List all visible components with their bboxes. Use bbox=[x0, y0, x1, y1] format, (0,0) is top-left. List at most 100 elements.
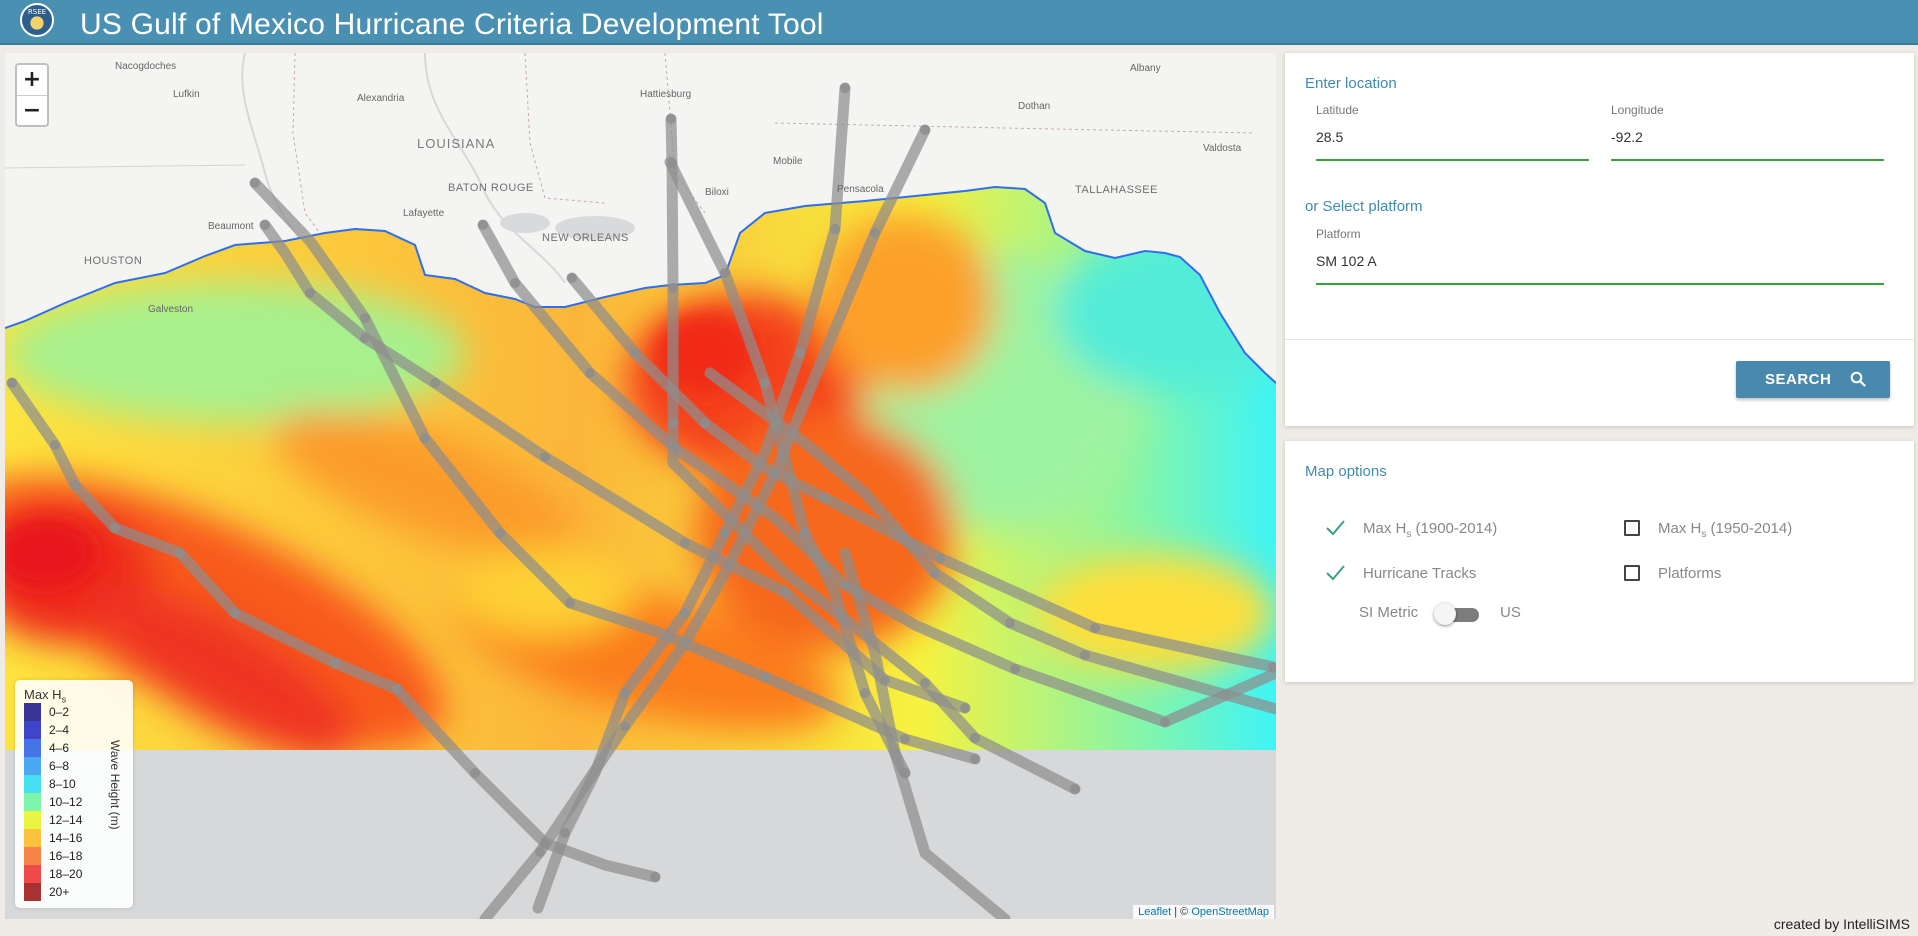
platform-field[interactable]: SM 102 A bbox=[1316, 253, 1377, 269]
search-button[interactable]: SEARCH bbox=[1736, 361, 1890, 398]
longitude-underline bbox=[1611, 159, 1884, 161]
map-legend: Max Hs 0–2 2–4 4–6 6–8 8–10 10–12 12–14 14–16 16… bbox=[15, 680, 133, 908]
zoom-in-button[interactable]: + bbox=[17, 65, 47, 95]
option-hurricane-tracks[interactable]: Hurricane Tracks bbox=[1325, 561, 1565, 585]
platform-label: Platform bbox=[1316, 227, 1361, 241]
option-max-hs-1950[interactable]: Max Hs (1950-2014) bbox=[1620, 516, 1880, 540]
longitude-field[interactable]: -92.2 bbox=[1611, 129, 1643, 145]
option-platforms-label: Platforms bbox=[1658, 565, 1722, 582]
place-label-lufkin: Lufkin bbox=[173, 89, 200, 100]
page-title: US Gulf of Mexico Hurricane Criteria Dev… bbox=[80, 8, 824, 41]
check-icon bbox=[1326, 520, 1345, 536]
zoom-out-button[interactable]: − bbox=[17, 95, 47, 125]
card-divider bbox=[1285, 339, 1914, 340]
place-label-baton-rouge: BATON ROUGE bbox=[448, 182, 534, 194]
option-max-hs-1950-label: Max Hs (1950-2014) bbox=[1658, 520, 1792, 540]
place-label-hattiesburg: Hattiesburg bbox=[640, 89, 692, 100]
legend-swatch bbox=[24, 775, 41, 793]
latitude-underline bbox=[1316, 159, 1589, 161]
logo-text: RSEE bbox=[27, 8, 47, 16]
latitude-label: Latitude bbox=[1316, 103, 1359, 117]
legend-swatch bbox=[24, 847, 41, 865]
search-button-label: SEARCH bbox=[1765, 371, 1832, 388]
option-platforms[interactable]: Platforms bbox=[1620, 561, 1820, 585]
app-header: RSEE US Gulf of Mexico Hurricane Criteri… bbox=[0, 0, 1918, 45]
legend-swatch bbox=[24, 757, 41, 775]
platform-underline bbox=[1316, 283, 1884, 285]
footer-credit: created by IntelliSIMS bbox=[1773, 916, 1910, 932]
option-max-hs-1900[interactable]: Max Hs (1900-2014) bbox=[1325, 516, 1565, 540]
legend-swatch bbox=[24, 793, 41, 811]
place-label-dothan: Dothan bbox=[1018, 101, 1051, 112]
legend-title-text: Max H bbox=[24, 687, 62, 702]
attribution-separator: | © bbox=[1171, 906, 1192, 918]
place-label-pensacola: Pensacola bbox=[837, 184, 884, 195]
legend-swatch bbox=[24, 883, 41, 901]
map-canvas[interactable] bbox=[5, 53, 1276, 919]
legend-swatch bbox=[24, 721, 41, 739]
legend-swatch bbox=[24, 829, 41, 847]
place-label-tallahassee: TALLAHASSEE bbox=[1075, 184, 1158, 196]
legend-item: 16–18 bbox=[24, 847, 114, 865]
legend-title: Max Hs bbox=[24, 687, 66, 705]
opt1-label-text: Max H bbox=[1363, 520, 1407, 537]
check-icon bbox=[1326, 565, 1345, 581]
option-max-hs-1900-label: Max Hs (1900-2014) bbox=[1363, 520, 1497, 540]
place-label-nacogdoches: Nacogdoches bbox=[115, 61, 177, 72]
place-label-new-orleans: NEW ORLEANS bbox=[542, 232, 629, 244]
legend-swatch bbox=[24, 811, 41, 829]
legend-item: 4–6 bbox=[24, 739, 114, 757]
place-label-galveston: Galveston bbox=[148, 304, 194, 315]
legend-item: 10–12 bbox=[24, 793, 114, 811]
legend-item: 18–20 bbox=[24, 865, 114, 883]
legend-label: 6–8 bbox=[49, 759, 70, 773]
legend-swatch bbox=[24, 865, 41, 883]
leaflet-link[interactable]: Leaflet bbox=[1138, 906, 1171, 918]
legend-item: 8–10 bbox=[24, 775, 114, 793]
enter-location-heading: Enter location bbox=[1305, 75, 1397, 92]
legend-item: 2–4 bbox=[24, 721, 114, 739]
toggle-thumb[interactable] bbox=[1434, 603, 1456, 625]
legend-label: 14–16 bbox=[49, 831, 83, 845]
legend-axis-label: Wave Height (m) bbox=[108, 740, 122, 830]
legend-label: 4–6 bbox=[49, 741, 70, 755]
place-label-lafayette: Lafayette bbox=[403, 208, 445, 219]
units-si-label: SI Metric bbox=[1359, 604, 1419, 621]
place-label-valdosta: Valdosta bbox=[1203, 143, 1242, 154]
legend-swatch bbox=[24, 703, 41, 721]
map-attribution: Leaflet | © OpenStreetMap bbox=[1133, 905, 1274, 919]
units-us-label: US bbox=[1500, 604, 1521, 621]
openstreetmap-link[interactable]: OpenStreetMap bbox=[1191, 906, 1269, 918]
app-logo: RSEE bbox=[20, 3, 54, 37]
option-hurricane-tracks-label: Hurricane Tracks bbox=[1363, 565, 1477, 582]
select-platform-heading: or Select platform bbox=[1305, 198, 1423, 215]
location-card: Enter location Latitude 28.5 Longitude -… bbox=[1285, 53, 1914, 426]
legend-item: 0–2 bbox=[24, 703, 114, 721]
place-label-albany: Albany bbox=[1130, 63, 1161, 74]
legend-swatch bbox=[24, 739, 41, 757]
legend-item: 12–14 bbox=[24, 811, 114, 829]
legend-label: 16–18 bbox=[49, 849, 83, 863]
map-view[interactable]: + − Nacogdoches Lufkin Alexandria Hattie… bbox=[5, 53, 1276, 919]
legend-label: 12–14 bbox=[49, 813, 83, 827]
unchecked-box-icon bbox=[1624, 520, 1640, 536]
longitude-label: Longitude bbox=[1611, 103, 1664, 117]
place-label-mobile: Mobile bbox=[773, 156, 803, 167]
place-label-beaumont: Beaumont bbox=[208, 221, 254, 232]
legend-item: 20+ bbox=[24, 883, 114, 901]
place-label-alexandria: Alexandria bbox=[357, 93, 405, 104]
legend-label: 18–20 bbox=[49, 867, 83, 881]
unchecked-box-icon bbox=[1624, 565, 1640, 581]
legend-label: 20+ bbox=[49, 885, 70, 899]
opt2-label-text: Max H bbox=[1658, 520, 1702, 537]
opt1-range-text: (1900-2014) bbox=[1411, 520, 1498, 537]
latitude-field[interactable]: 28.5 bbox=[1316, 129, 1343, 145]
place-label-biloxi: Biloxi bbox=[705, 187, 729, 198]
map-options-heading: Map options bbox=[1305, 463, 1387, 480]
place-label-houston: HOUSTON bbox=[84, 255, 143, 267]
opt2-range-text: (1950-2014) bbox=[1706, 520, 1793, 537]
legend-label: 0–2 bbox=[49, 705, 70, 719]
map-options-card: Map options Max Hs (1900-2014) Max Hs (1… bbox=[1285, 441, 1914, 682]
legend-item: 14–16 bbox=[24, 829, 114, 847]
legend-label: 8–10 bbox=[49, 777, 76, 791]
